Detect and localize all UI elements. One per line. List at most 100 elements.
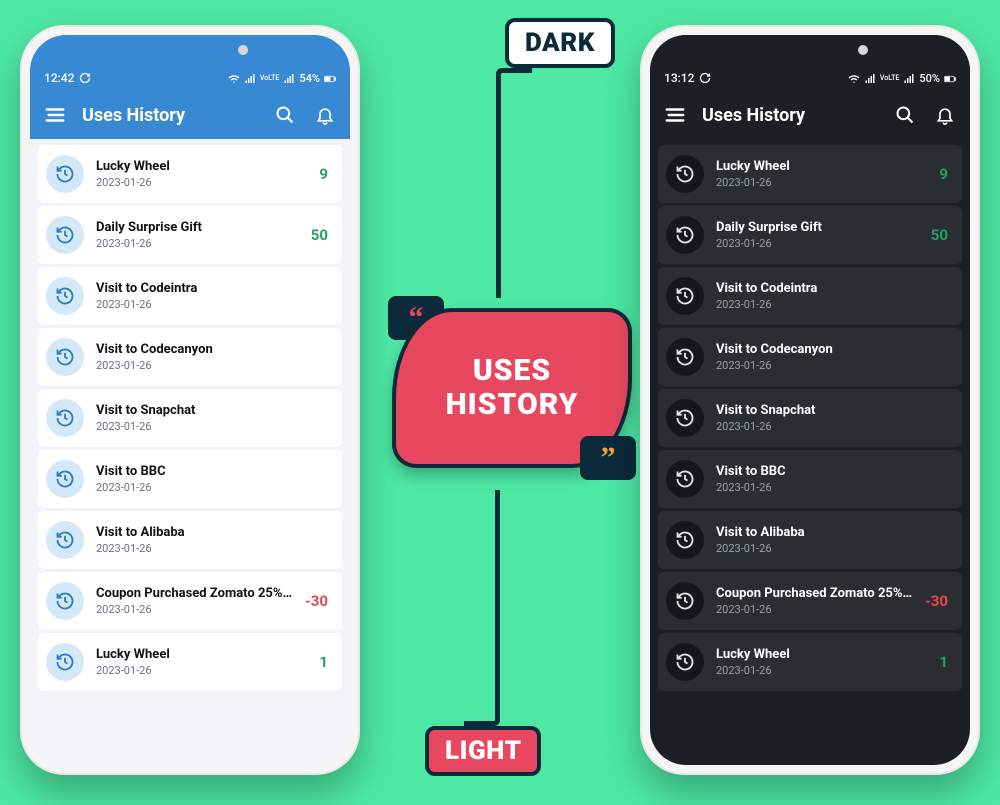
- item-title: Visit to Alibaba: [716, 525, 936, 540]
- list-item[interactable]: Lucky Wheel2023-01-269: [658, 145, 962, 204]
- list-item[interactable]: Visit to Alibaba2023-01-26: [38, 511, 342, 570]
- list-item[interactable]: Visit to BBC 2023-01-26: [658, 450, 962, 509]
- history-avatar: [666, 216, 704, 254]
- history-list[interactable]: Lucky Wheel 2023-01-26 9 Daily Surprise Gif…: [650, 139, 970, 765]
- history-icon: [55, 591, 75, 611]
- item-title: Visit to Snapchat: [96, 403, 316, 418]
- history-avatar: [666, 155, 704, 193]
- list-item[interactable]: Lucky Wheel 2023-01-26 1: [658, 633, 962, 692]
- history-avatar: [46, 399, 84, 437]
- history-icon: [675, 164, 695, 184]
- item-title: Visit to Codecanyon: [716, 342, 936, 357]
- history-icon: [675, 530, 695, 550]
- status-battery-pct: 50%: [919, 72, 940, 85]
- screen-dark: 13:12 VoLTE 50% Uses History: [650, 35, 970, 765]
- history-icon: [675, 469, 695, 489]
- status-bar: 12:42 VoLTE 54%: [30, 35, 350, 91]
- theme-label-dark: DARK: [505, 18, 615, 68]
- search-button[interactable]: [892, 102, 918, 128]
- history-icon: [675, 408, 695, 428]
- item-date: 2023-01-26: [96, 481, 316, 494]
- menu-button[interactable]: [42, 102, 68, 128]
- wifi-icon: [228, 73, 240, 85]
- history-icon: [675, 652, 695, 672]
- phone-dark: 13:12 VoLTE 50% Uses History: [640, 25, 980, 775]
- history-avatar: [666, 277, 704, 315]
- list-item[interactable]: Lucky Wheel2023-01-261: [38, 633, 342, 692]
- item-date: 2023-01-26: [716, 603, 913, 616]
- item-date: 2023-01-26: [716, 420, 936, 433]
- list-item[interactable]: Visit to Codecanyon2023-01-26: [38, 328, 342, 387]
- item-date: 2023-01-26: [96, 542, 316, 555]
- item-value: -30: [925, 592, 954, 610]
- item-title: Lucky Wheel: [96, 159, 307, 174]
- history-avatar: [46, 338, 84, 376]
- history-icon: [675, 286, 695, 306]
- search-button[interactable]: [272, 102, 298, 128]
- item-title: Visit to Codeintra: [716, 281, 936, 296]
- item-date: 2023-01-26: [716, 359, 936, 372]
- history-avatar: [666, 399, 704, 437]
- status-battery-pct: 54%: [299, 72, 320, 85]
- list-item[interactable]: Visit to Codecanyon 2023-01-26: [658, 328, 962, 387]
- notifications-button[interactable]: [312, 102, 338, 128]
- item-date: 2023-01-26: [716, 481, 936, 494]
- history-avatar: [666, 521, 704, 559]
- screen-light: 12:42 VoLTE 54% Uses History: [30, 35, 350, 765]
- app-header: Uses History: [650, 91, 970, 139]
- item-date: 2023-01-26: [96, 664, 307, 677]
- item-date: 2023-01-26: [716, 298, 936, 311]
- history-icon: [55, 347, 75, 367]
- item-title: Visit to Codeintra: [96, 281, 316, 296]
- hamburger-icon: [44, 104, 66, 126]
- list-item[interactable]: Visit to Codeintra 2023-01-26: [658, 267, 962, 326]
- battery-icon: [324, 73, 336, 85]
- item-date: 2023-01-26: [96, 603, 293, 616]
- center-badge: “ USES HISTORY ”: [392, 298, 632, 478]
- history-avatar: [46, 460, 84, 498]
- list-item[interactable]: Visit to Snapchat2023-01-26: [38, 389, 342, 448]
- list-item[interactable]: Coupon Purchased Zomato 25% OFF2023-01-2…: [658, 572, 962, 631]
- history-icon: [675, 591, 695, 611]
- history-avatar: [46, 643, 84, 681]
- signal-icon-2: [903, 73, 915, 85]
- notifications-button[interactable]: [932, 102, 958, 128]
- list-item[interactable]: Visit to Alibaba2023-01-26: [658, 511, 962, 570]
- list-item[interactable]: Daily Surprise Gift2023-01-2650: [38, 206, 342, 265]
- search-icon: [275, 105, 295, 125]
- sync-icon: [79, 72, 91, 84]
- history-icon: [55, 530, 75, 550]
- history-avatar: [46, 216, 84, 254]
- item-title: Visit to BBC: [716, 464, 936, 479]
- menu-button[interactable]: [662, 102, 688, 128]
- hamburger-icon: [664, 104, 686, 126]
- item-date: 2023-01-26: [716, 664, 927, 677]
- item-value: 9: [319, 165, 334, 183]
- list-item[interactable]: Visit to Codeintra2023-01-26: [38, 267, 342, 326]
- list-item[interactable]: Visit to Snapchat 2023-01-26: [658, 389, 962, 448]
- connector-top: [496, 68, 532, 298]
- history-list[interactable]: Lucky Wheel2023-01-269Daily Surprise Gif…: [30, 139, 350, 765]
- status-bar: 13:12 VoLTE 50%: [650, 35, 970, 91]
- history-icon: [675, 225, 695, 245]
- list-item[interactable]: Lucky Wheel2023-01-269: [38, 145, 342, 204]
- center-title-line2: HISTORY: [446, 388, 579, 423]
- battery-icon: [944, 73, 956, 85]
- connector-bottom: [464, 490, 500, 726]
- status-time: 12:42: [44, 71, 74, 85]
- item-title: Lucky Wheel: [96, 647, 307, 662]
- item-title: Visit to Snapchat: [716, 403, 936, 418]
- list-item[interactable]: Visit to BBC2023-01-26: [38, 450, 342, 509]
- item-title: Lucky Wheel: [716, 647, 927, 662]
- item-value: 9: [939, 165, 954, 183]
- item-value: 1: [939, 653, 954, 671]
- page-title: Uses History: [702, 105, 878, 126]
- signal-icon: [864, 73, 876, 85]
- item-date: 2023-01-26: [716, 176, 927, 189]
- item-title: Visit to Codecanyon: [96, 342, 316, 357]
- item-date: 2023-01-26: [96, 237, 299, 250]
- list-item[interactable]: Coupon Purchased Zomato 25% OFF2023-01-2…: [38, 572, 342, 631]
- app-header: Uses History: [30, 91, 350, 139]
- history-icon: [55, 469, 75, 489]
- list-item[interactable]: Daily Surprise Gift2023-01-2650: [658, 206, 962, 265]
